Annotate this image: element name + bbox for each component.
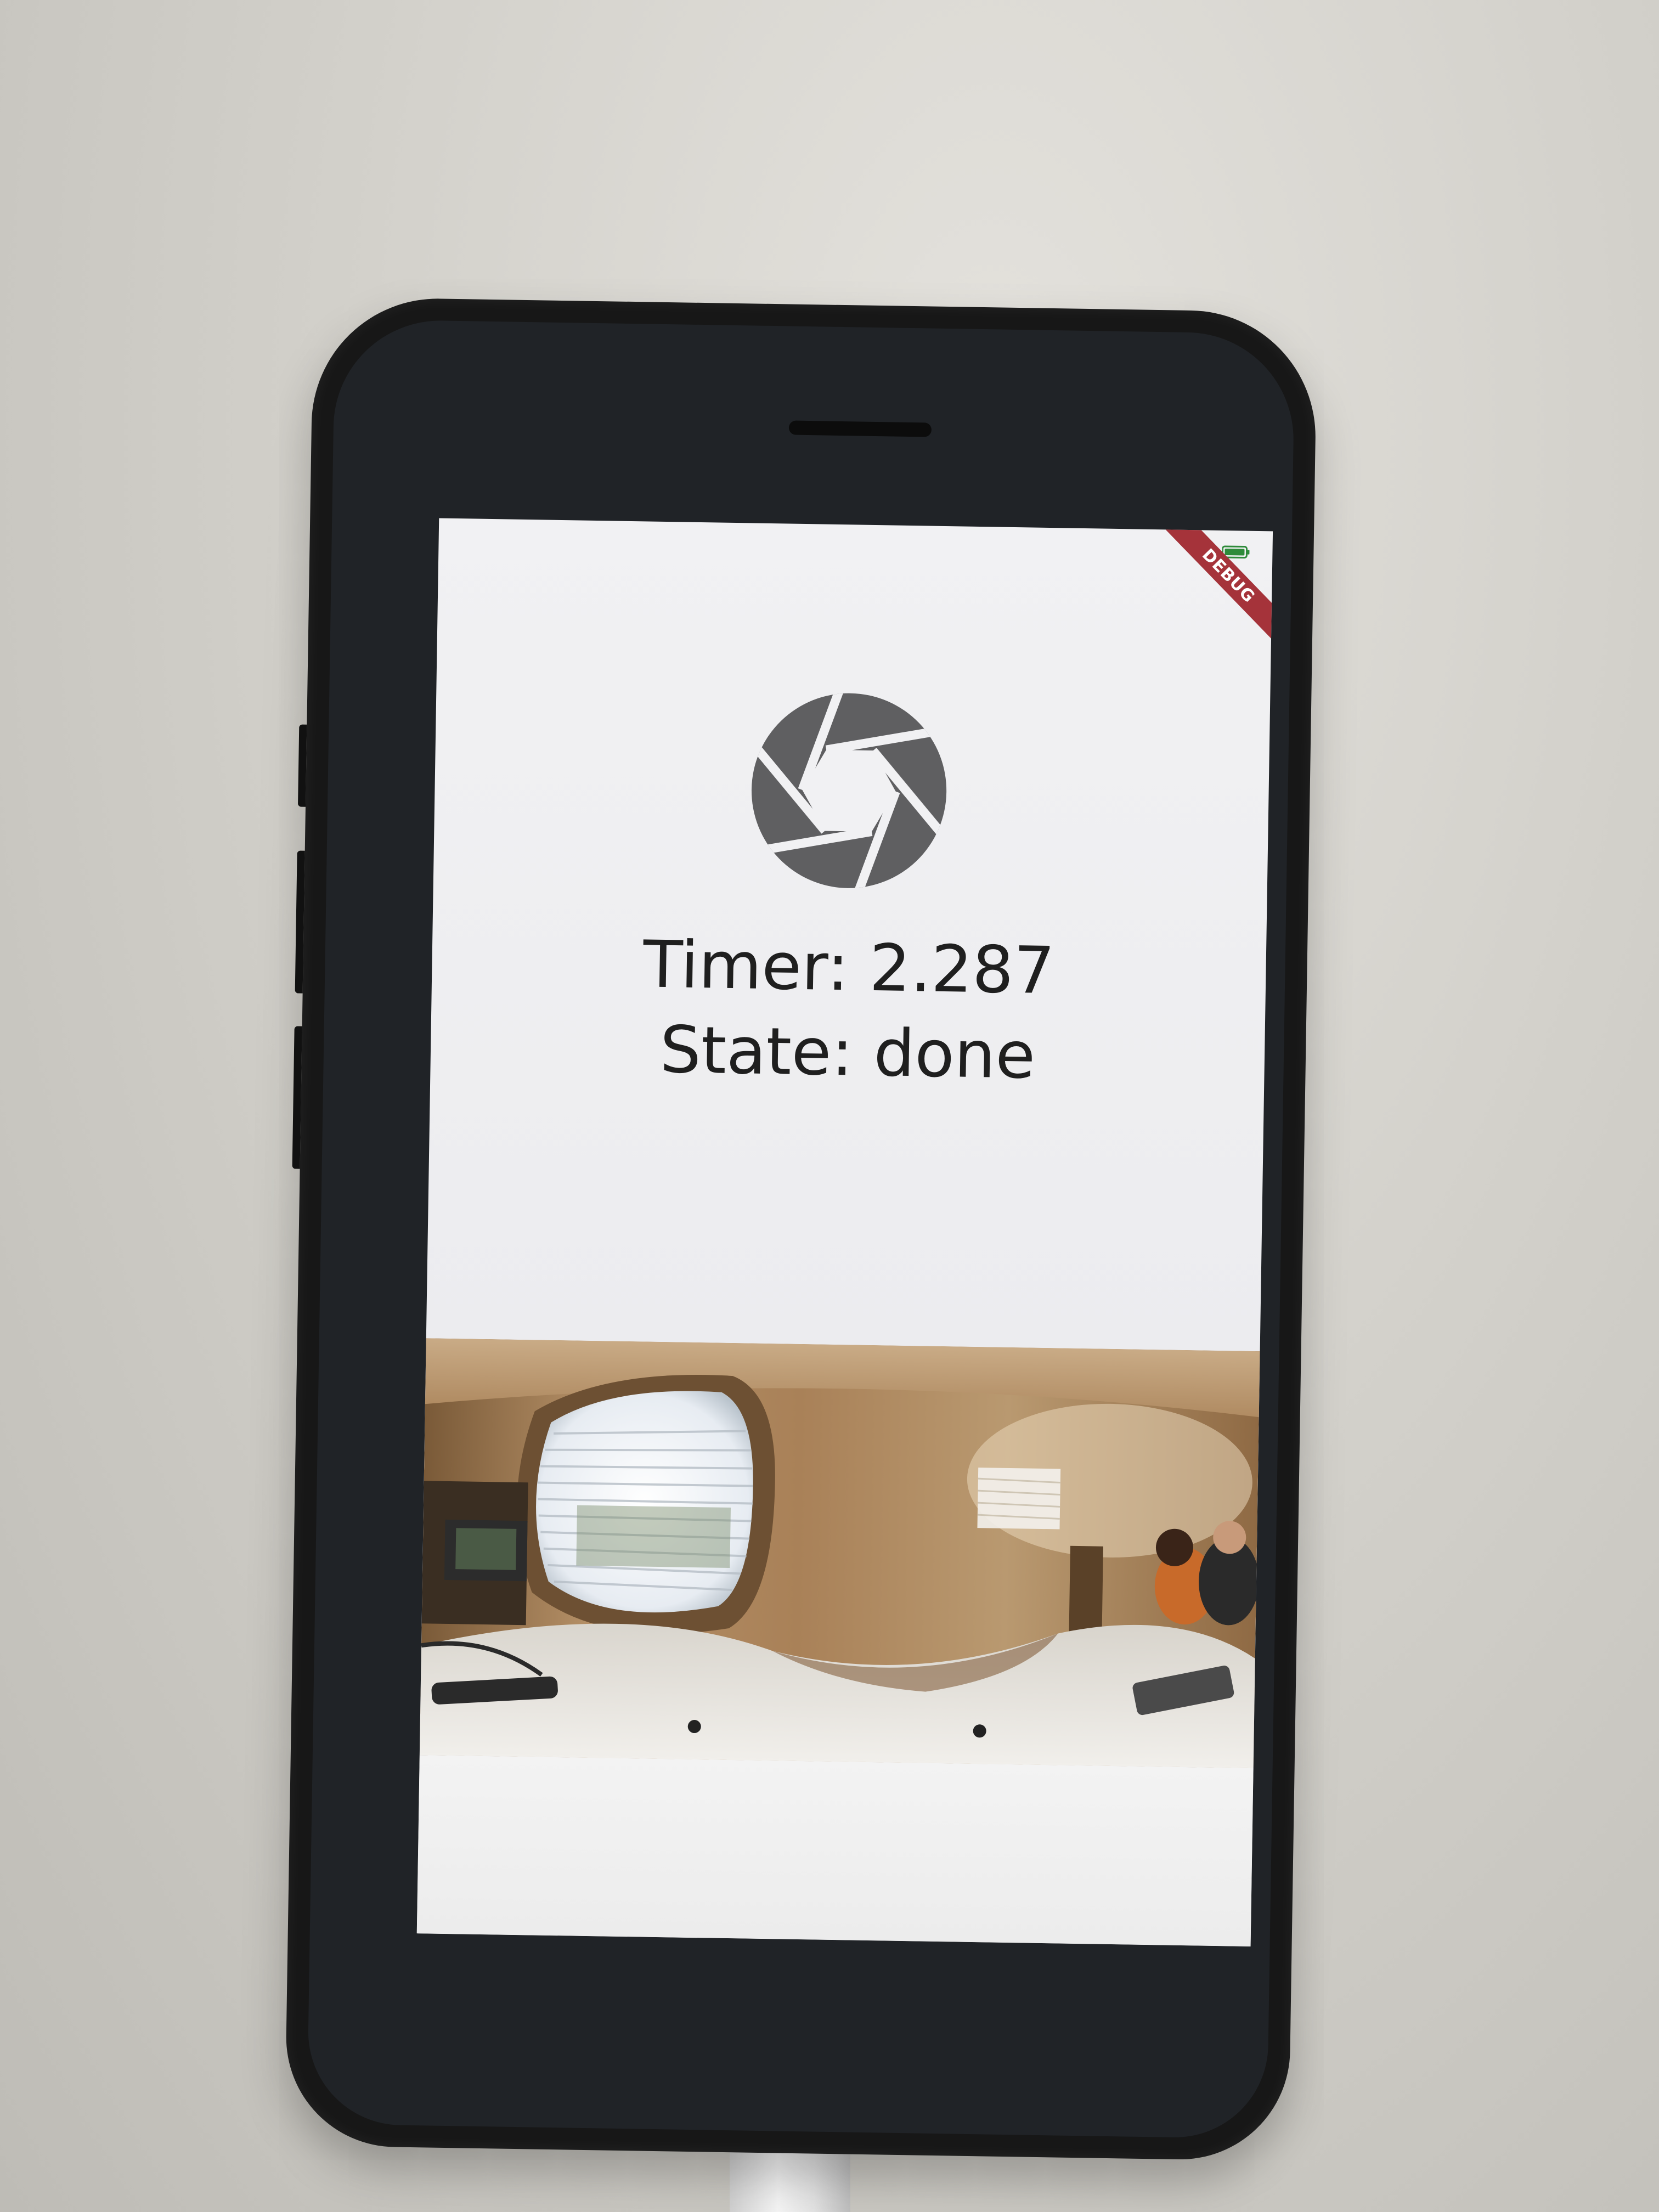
phone-face: DEBUG Timer: 2.287 State: done — [307, 319, 1295, 2139]
phone-device: DEBUG Timer: 2.287 State: done — [284, 296, 1318, 2162]
camera-shutter-icon[interactable] — [746, 687, 952, 894]
volume-down-button — [292, 1026, 302, 1169]
earpiece-speaker — [788, 420, 932, 437]
app-screen: DEBUG Timer: 2.287 State: done — [416, 518, 1273, 1947]
status-block: Timer: 2.287 State: done — [430, 918, 1267, 1102]
state-text: State: done — [659, 1011, 1036, 1093]
debug-banner: DEBUG — [1161, 518, 1273, 644]
mute-switch — [297, 724, 307, 807]
volume-up-button — [295, 850, 305, 994]
panorama-image — [419, 1338, 1260, 1769]
timer-text: Timer: 2.287 — [642, 926, 1056, 1009]
bottom-area — [416, 1755, 1254, 1947]
